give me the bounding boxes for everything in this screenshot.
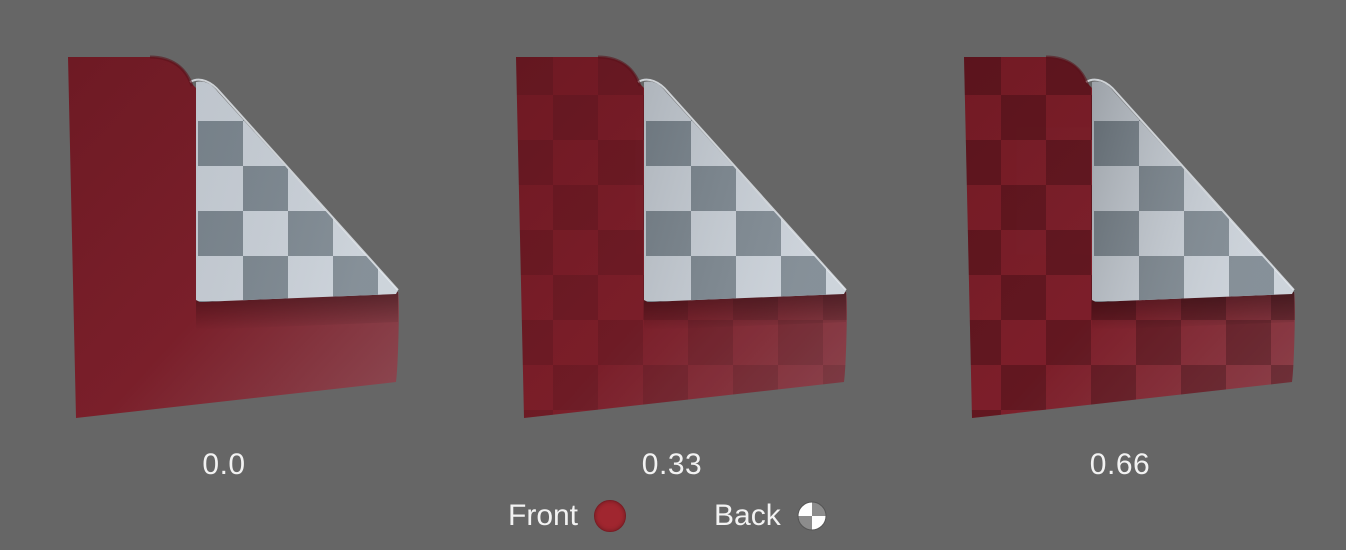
curled-sheet-render — [964, 55, 1295, 418]
checker-circle-icon — [797, 501, 827, 531]
legend-front-label: Front — [508, 499, 579, 532]
legend-back: Back — [714, 496, 827, 536]
curled-sheet-render — [68, 55, 399, 418]
value-label: 0.0 — [202, 448, 246, 481]
front-swatch-icon — [594, 500, 627, 532]
value-label: 0.33 — [641, 448, 703, 481]
legend-back-label: Back — [714, 499, 781, 532]
panel-opacity-0: 0.0 — [0, 0, 448, 550]
legend-front: Front — [508, 496, 627, 536]
legend: Front Back — [0, 496, 1346, 536]
curled-sheet-render — [516, 55, 847, 418]
panel-opacity-033: 0.33 — [448, 0, 896, 550]
panel-opacity-066: 0.66 — [896, 0, 1344, 550]
value-label: 0.66 — [1089, 448, 1151, 481]
render-comparison: 0.0 0.33 0.66 Front Back — [0, 0, 1346, 550]
